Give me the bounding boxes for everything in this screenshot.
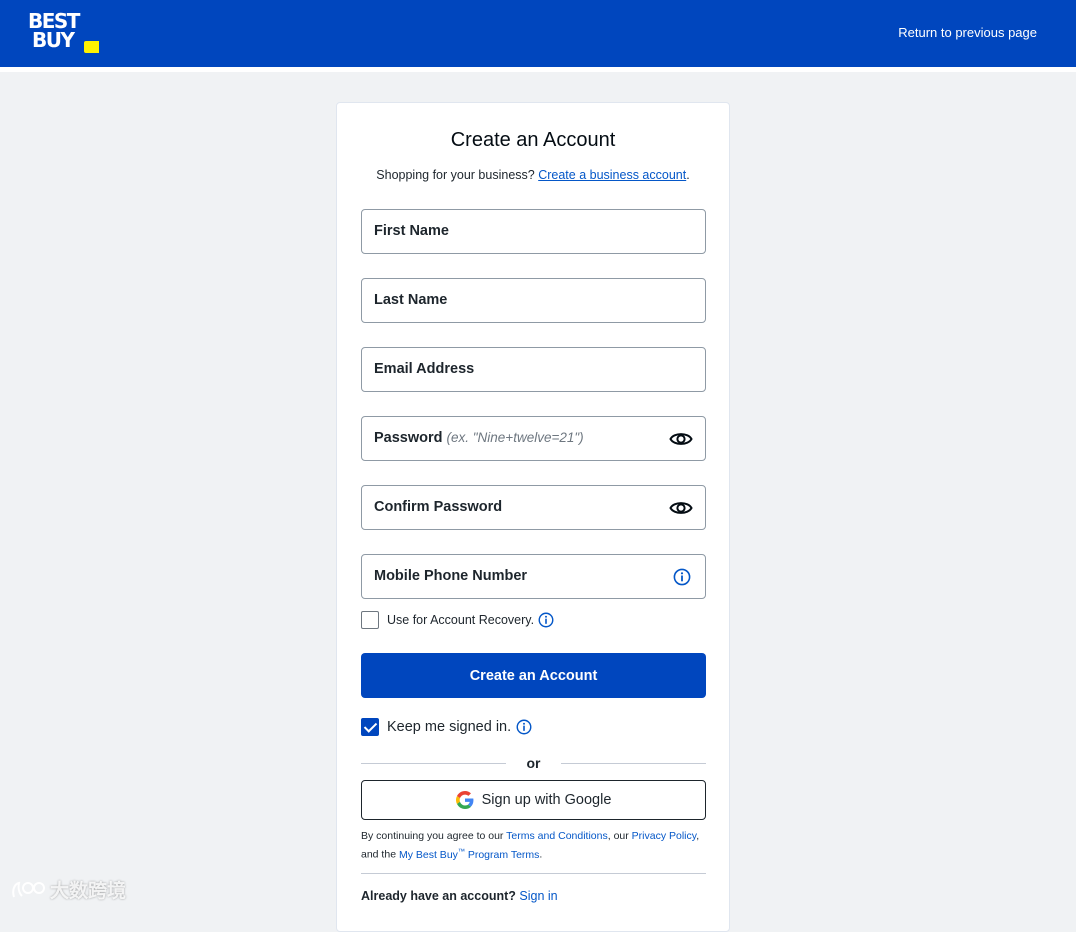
privacy-policy-link[interactable]: Privacy Policy <box>632 830 697 842</box>
watermark-text: 大数跨境 <box>50 881 127 902</box>
first-name-label: First Name <box>374 223 449 239</box>
mobile-phone-field[interactable]: Mobile Phone Number <box>361 554 706 599</box>
page-title: Create an Account <box>450 129 616 151</box>
best-buy-logo[interactable]: BEST BUY <box>28 11 102 56</box>
last-name-field[interactable]: Last Name <box>361 278 706 323</box>
trademark-symbol: ™ <box>457 848 465 855</box>
keep-signed-in-row: Keep me signed in. <box>361 718 532 736</box>
logo-yellow-tag-icon <box>84 41 99 53</box>
sign-in-prompt: Already have an account? Sign in <box>361 889 558 903</box>
legal-text-4: . <box>539 848 543 861</box>
password-label-text: Password <box>374 430 443 446</box>
first-name-field[interactable]: First Name <box>361 209 706 254</box>
mobile-phone-label: Mobile Phone Number <box>374 568 528 584</box>
sign-in-link[interactable]: Sign in <box>519 889 557 903</box>
footer-divider <box>361 873 706 874</box>
terms-and-conditions-link[interactable]: Terms and Conditions <box>506 830 608 842</box>
create-business-account-link[interactable]: Create a business account <box>538 168 686 182</box>
program-link-part-b: Program Terms <box>467 848 540 861</box>
create-account-button[interactable]: Create an Account <box>361 653 706 698</box>
watermark: 大数跨境 <box>10 876 126 903</box>
divider-line-right <box>561 763 706 764</box>
last-name-label: Last Name <box>374 292 448 308</box>
confirm-password-field[interactable]: Confirm Password <box>361 485 706 530</box>
keep-signed-in-checkbox[interactable] <box>361 718 379 736</box>
google-button-label: Sign up with Google <box>481 792 612 808</box>
password-label: Password (ex. "Nine+twelve=21") <box>374 430 584 446</box>
keep-signed-in-info-icon[interactable] <box>516 719 532 735</box>
email-address-field[interactable]: Email Address <box>361 347 706 392</box>
legal-terms-text: By continuing you agree to our Terms and… <box>361 829 706 863</box>
business-prompt-text: Shopping for your business? <box>376 168 535 182</box>
business-prompt-suffix: . <box>686 168 690 182</box>
password-hint: (ex. "Nine+twelve=21") <box>446 430 584 445</box>
sign-in-prompt-text: Already have an account? <box>361 889 516 903</box>
watermark-logo-icon <box>12 881 45 897</box>
or-divider: or <box>361 754 706 774</box>
password-field[interactable]: Password (ex. "Nine+twelve=21") <box>361 416 706 461</box>
account-recovery-label: Use for Account Recovery. <box>387 613 535 627</box>
phone-info-icon[interactable] <box>673 568 691 586</box>
sign-up-with-google-button[interactable]: Sign up with Google <box>361 780 706 820</box>
keep-signed-in-label: Keep me signed in. <box>387 719 512 735</box>
legal-text-2: , our <box>607 830 629 842</box>
create-account-card: Create an Account Shopping for your busi… <box>336 102 730 932</box>
legal-text-1: By continuing you agree to our <box>361 830 504 842</box>
show-password-eye-icon[interactable] <box>669 429 693 449</box>
header-divider <box>0 67 1076 72</box>
google-icon <box>455 791 474 809</box>
account-recovery-info-icon[interactable] <box>538 612 554 628</box>
logo-line-2: BUY <box>32 28 75 52</box>
business-account-prompt: Shopping for your business? Create a bus… <box>337 168 729 182</box>
program-link-part-a: My Best Buy <box>398 848 458 861</box>
confirm-password-label: Confirm Password <box>374 499 503 515</box>
program-terms-link[interactable]: My Best Buy™ Program Terms <box>398 848 540 861</box>
account-recovery-row: Use for Account Recovery. <box>361 611 554 629</box>
email-address-label: Email Address <box>374 361 475 377</box>
return-to-previous-page-link[interactable]: Return to previous page <box>898 25 1037 40</box>
show-confirm-password-eye-icon[interactable] <box>669 498 693 518</box>
top-header: BEST BUY Return to previous page <box>0 0 1076 67</box>
logo-wordmark: BEST BUY <box>28 11 80 52</box>
account-recovery-checkbox[interactable] <box>361 611 379 629</box>
